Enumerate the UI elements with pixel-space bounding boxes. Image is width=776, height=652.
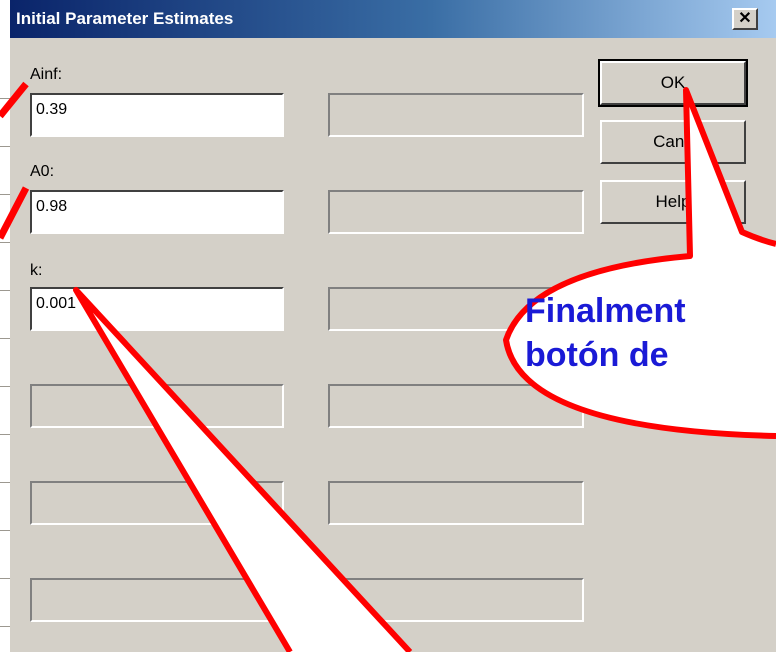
- parameter-constraint-field: [328, 93, 584, 137]
- row-line: [0, 578, 10, 579]
- help-button[interactable]: Help: [600, 180, 746, 224]
- parameter-constraint-field: [328, 481, 584, 525]
- k-input[interactable]: 0.001: [30, 287, 284, 331]
- parameter-constraint-field: [328, 190, 584, 234]
- close-button[interactable]: ✕: [732, 8, 758, 30]
- close-icon: ✕: [738, 10, 752, 27]
- parameter-input-empty: [30, 384, 284, 428]
- row-line: [0, 146, 10, 147]
- parameter-input-empty: [30, 481, 284, 525]
- dialog-title: Initial Parameter Estimates: [16, 9, 234, 28]
- ok-button-label: OK: [660, 73, 686, 92]
- help-button-label: Help: [655, 192, 691, 211]
- row-line: [0, 98, 10, 99]
- a0-input[interactable]: 0.98: [30, 190, 284, 234]
- parameter-constraint-field: [328, 384, 584, 428]
- ainf-label: Ainf:: [30, 66, 63, 83]
- row-line: [0, 338, 10, 339]
- dialog-titlebar[interactable]: Initial Parameter Estimates ✕: [10, 0, 776, 38]
- cancel-button[interactable]: Canc: [600, 120, 746, 164]
- row-line: [0, 386, 10, 387]
- parameter-input-wide-empty: [30, 578, 584, 622]
- a0-label: A0:: [30, 163, 55, 180]
- cancel-button-label: Canc: [653, 132, 693, 151]
- callout-text-line2: botón de: [525, 336, 669, 374]
- row-line: [0, 434, 10, 435]
- ok-button[interactable]: OK: [598, 59, 748, 107]
- row-line: [0, 194, 10, 195]
- row-line: [0, 290, 10, 291]
- k-label: k:: [30, 262, 43, 279]
- callout-text-line1: Finalment: [525, 292, 686, 330]
- row-line: [0, 242, 10, 243]
- row-line: [0, 482, 10, 483]
- ainf-input[interactable]: 0.39: [30, 93, 284, 137]
- row-line: [0, 626, 10, 627]
- row-line: [0, 530, 10, 531]
